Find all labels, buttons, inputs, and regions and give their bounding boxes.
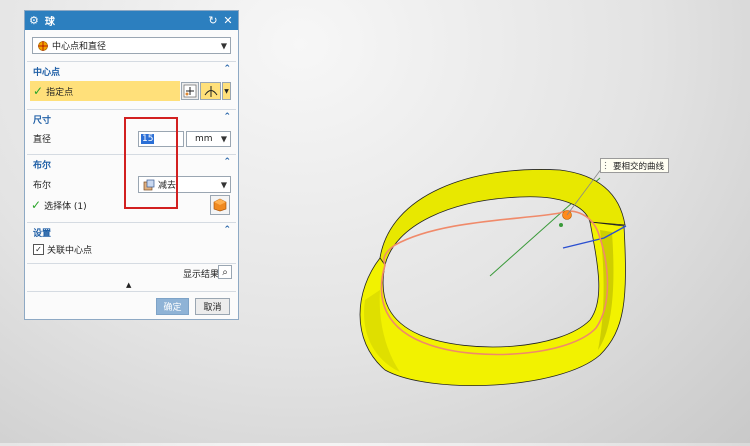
unit-select[interactable]: mm ▼ [186, 131, 231, 147]
inferred-point-icon [204, 86, 217, 97]
point-dialog-button[interactable] [181, 82, 199, 100]
highlight-annotation [124, 117, 178, 209]
cancel-button[interactable]: 取消 [195, 298, 230, 315]
collapse-icon[interactable]: ⌃ [223, 225, 231, 235]
collapse-icon[interactable]: ⌃ [223, 112, 231, 122]
more-options-toggle[interactable]: ▲ [126, 281, 131, 289]
boolean-label-row: 布尔 [33, 178, 51, 191]
show-result-button[interactable]: ⌕ [218, 265, 232, 279]
size-section-title: 尺寸 [33, 115, 52, 126]
associative-center-checkbox[interactable]: ✓ [33, 244, 44, 255]
point-plus-icon [183, 84, 197, 98]
settings-section-title: 设置 [33, 228, 52, 239]
show-result-row: 显示结果 [183, 267, 219, 280]
sphere-dialog: ⚙ 球 ↻ ✕ 中心点和直径 ▼ 中心点 ⌃ ✓ 指定点 ▼ 尺寸 ⌃ 直径 1… [24, 10, 239, 320]
associative-center-label: 关联中心点 [47, 246, 93, 256]
diameter-label-row: 直径 [33, 132, 51, 145]
collapse-icon[interactable]: ⌃ [223, 64, 231, 74]
chevron-down-icon: ▼ [220, 41, 227, 50]
dialog-titlebar[interactable]: ⚙ 球 ↻ ✕ [25, 11, 238, 30]
tooltip-text: 要相交的曲线 [613, 161, 665, 172]
dialog-title: 球 [44, 17, 55, 28]
show-result-label: 显示结果 [183, 270, 220, 280]
settings-section-header[interactable]: 设置 ⌃ [27, 224, 236, 240]
select-body-row[interactable]: ✓ 选择体 (1) [31, 198, 87, 212]
ok-button[interactable]: 确定 [156, 298, 189, 315]
center-section-header[interactable]: 中心点 ⌃ [27, 63, 236, 79]
specify-point-row[interactable]: ✓ 指定点 [30, 81, 180, 101]
type-select[interactable]: 中心点和直径 ▼ [32, 37, 231, 54]
gear-icon: ⚙ [29, 14, 39, 27]
ring-outer-surface [359, 221, 626, 386]
diameter-label: 直径 [33, 135, 52, 145]
curve-tooltip: 要相交的曲线 [600, 158, 670, 173]
center-point-icon [38, 40, 48, 51]
specify-point-label: 指定点 [46, 87, 74, 98]
chevron-down-icon: ▼ [220, 180, 227, 189]
chevron-down-icon: ▼ [224, 87, 229, 95]
magnifier-icon: ⌕ [222, 266, 228, 278]
chevron-down-icon: ▼ [220, 134, 227, 144]
collapse-icon[interactable]: ⌃ [223, 157, 231, 167]
select-body-label: 选择体 (1) [44, 201, 87, 212]
boolean-label: 布尔 [33, 181, 52, 191]
axis-point [559, 223, 563, 227]
reset-icon[interactable]: ↻ [207, 14, 219, 27]
boolean-section-title: 布尔 [33, 160, 52, 171]
type-select-value: 中心点和直径 [52, 42, 107, 52]
check-icon: ✓ [31, 198, 42, 212]
select-body-button[interactable] [210, 195, 230, 215]
unit-value: mm [195, 134, 213, 144]
center-section-title: 中心点 [33, 67, 61, 78]
inferred-point-button[interactable] [200, 82, 221, 100]
close-icon[interactable]: ✕ [222, 14, 234, 27]
associative-center-row[interactable]: ✓ 关联中心点 [33, 243, 92, 256]
point-type-dropdown[interactable]: ▼ [222, 82, 231, 100]
tooltip-grip [604, 161, 607, 171]
solid-body-icon [213, 198, 227, 212]
check-icon: ✓ [33, 84, 44, 98]
